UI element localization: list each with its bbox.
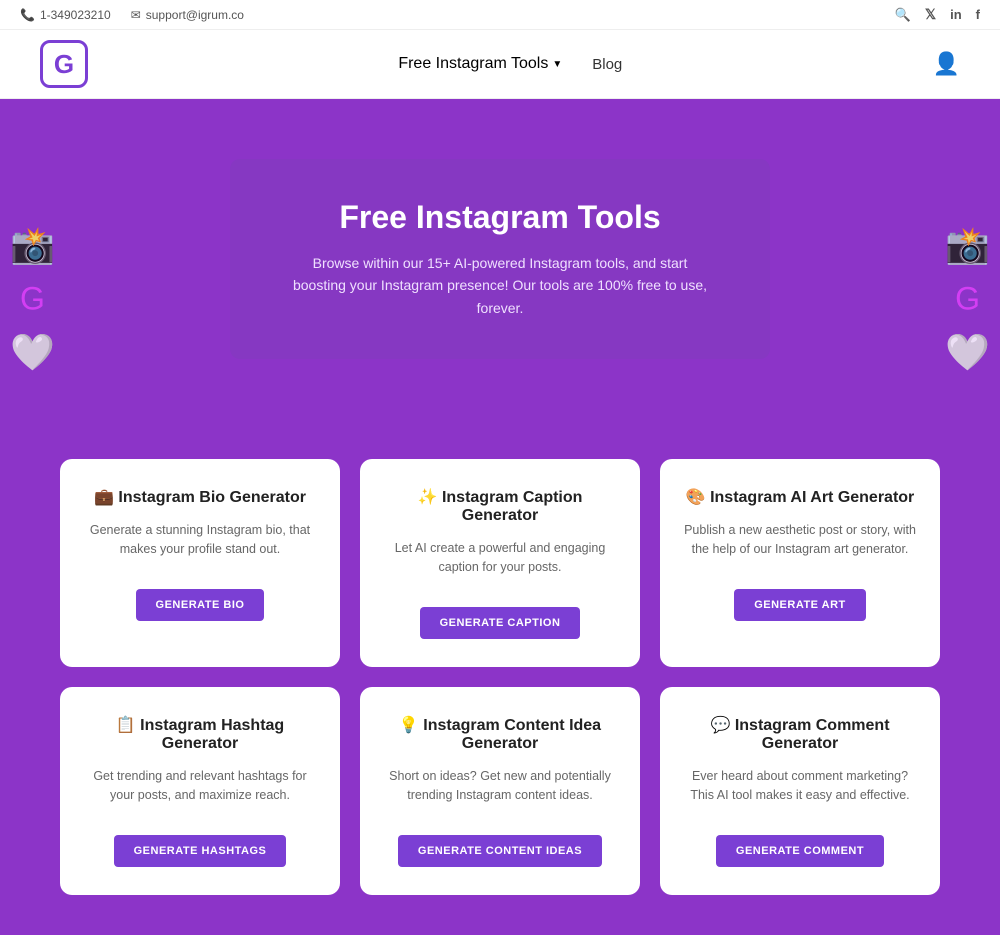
mail-icon: ✉: [131, 8, 141, 22]
card-emoji-1: ✨: [418, 489, 438, 506]
card-title: 🎨 Instagram AI Art Generator: [686, 487, 915, 507]
tools-nav-item[interactable]: Free Instagram Tools ▼: [398, 55, 562, 73]
side-icons-left: 📸 G 🤍: [10, 224, 55, 373]
logo-letter: G: [54, 49, 74, 80]
instagram-icon-right-1: 📸: [945, 224, 990, 266]
linkedin-icon[interactable]: in: [950, 7, 962, 22]
card-desc-0: Generate a stunning Instagram bio, that …: [82, 521, 318, 569]
email-info: ✉ support@igrum.co: [131, 8, 244, 22]
card-button-5[interactable]: GENERATE COMMENT: [716, 835, 884, 867]
card-emoji-5: 💬: [710, 717, 730, 734]
top-bar: 📞 1-349023210 ✉ support@igrum.co 🔍 𝕏 in …: [0, 0, 1000, 30]
heart-icon: 🤍: [10, 331, 55, 373]
heart-icon-right: 🤍: [945, 331, 990, 373]
phone-number: 1-349023210: [40, 8, 111, 22]
hero-section: 📸 G 🤍 Free Instagram Tools Browse within…: [0, 99, 1000, 439]
card-emoji-3: 📋: [116, 717, 136, 734]
nav-links: Free Instagram Tools ▼ Blog: [398, 55, 622, 73]
logo[interactable]: G: [40, 40, 88, 88]
card-desc-1: Let AI create a powerful and engaging ca…: [382, 539, 618, 587]
phone-info: 📞 1-349023210: [20, 8, 111, 22]
tools-label: Free Instagram Tools: [398, 55, 548, 73]
card-button-1[interactable]: GENERATE CAPTION: [420, 607, 581, 639]
card-emoji-0: 💼: [94, 489, 114, 506]
chevron-down-icon: ▼: [552, 59, 562, 70]
main-nav: G Free Instagram Tools ▼ Blog 👤: [0, 30, 1000, 99]
card-button-2[interactable]: GENERATE ART: [734, 589, 866, 621]
tool-card: 🎨 Instagram AI Art Generator Publish a n…: [660, 459, 940, 667]
twitter-icon[interactable]: 𝕏: [925, 6, 936, 23]
card-title: 💼 Instagram Bio Generator: [94, 487, 306, 507]
instagram-icon-1: 📸: [10, 224, 55, 266]
card-button-4[interactable]: GENERATE CONTENT IDEAS: [398, 835, 602, 867]
user-icon[interactable]: 👤: [933, 51, 960, 77]
logo-box: G: [40, 40, 88, 88]
tool-card: 💡 Instagram Content Idea Generator Short…: [360, 687, 640, 895]
card-desc-5: Ever heard about comment marketing? This…: [682, 767, 918, 815]
tool-card: 📋 Instagram Hashtag Generator Get trendi…: [60, 687, 340, 895]
cards-grid: 💼 Instagram Bio Generator Generate a stu…: [60, 459, 940, 895]
phone-icon: 📞: [20, 8, 35, 22]
card-title: ✨ Instagram Caption Generator: [382, 487, 618, 525]
card-button-0[interactable]: GENERATE BIO: [136, 589, 265, 621]
tool-card: 💬 Instagram Comment Generator Ever heard…: [660, 687, 940, 895]
card-desc-4: Short on ideas? Get new and potentially …: [382, 767, 618, 815]
search-icon[interactable]: 🔍: [895, 7, 911, 23]
hero-title: Free Instagram Tools: [290, 199, 710, 236]
email-address: support@igrum.co: [146, 8, 244, 22]
hero-description: Browse within our 15+ AI-powered Instagr…: [290, 252, 710, 319]
card-title: 📋 Instagram Hashtag Generator: [82, 715, 318, 753]
card-title: 💬 Instagram Comment Generator: [682, 715, 918, 753]
top-bar-social: 🔍 𝕏 in f: [895, 6, 980, 23]
card-title: 💡 Instagram Content Idea Generator: [382, 715, 618, 753]
card-button-3[interactable]: GENERATE HASHTAGS: [114, 835, 287, 867]
tool-card: 💼 Instagram Bio Generator Generate a stu…: [60, 459, 340, 667]
card-emoji-4: 💡: [399, 717, 419, 734]
card-desc-2: Publish a new aesthetic post or story, w…: [682, 521, 918, 569]
blog-nav-item[interactable]: Blog: [592, 56, 622, 73]
card-emoji-2: 🎨: [686, 489, 706, 506]
hero-content: Free Instagram Tools Browse within our 1…: [230, 159, 770, 359]
top-bar-contact: 📞 1-349023210 ✉ support@igrum.co: [20, 8, 244, 22]
side-icons-right: 📸 G 🤍: [945, 224, 990, 373]
tools-cards-section: 💼 Instagram Bio Generator Generate a stu…: [0, 439, 1000, 935]
instagram-icon-right-2: G: [945, 280, 990, 317]
card-desc-3: Get trending and relevant hashtags for y…: [82, 767, 318, 815]
facebook-icon[interactable]: f: [976, 7, 980, 22]
instagram-icon-2: G: [10, 280, 55, 317]
tool-card: ✨ Instagram Caption Generator Let AI cre…: [360, 459, 640, 667]
